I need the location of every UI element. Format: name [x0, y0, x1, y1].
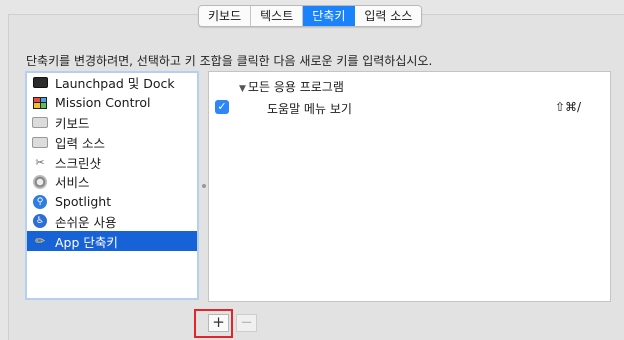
- sidebar-item-label: 서비스: [55, 175, 90, 191]
- sidebar-item-label: Mission Control: [55, 95, 151, 111]
- sidebar-item-accessibility[interactable]: ♿ 손쉬운 사용: [27, 212, 197, 232]
- tab-keyboard[interactable]: 키보드: [199, 6, 252, 26]
- sidebar-item-app-shortcuts[interactable]: ✏ App 단축키: [27, 231, 197, 252]
- sidebar-item-screenshots[interactable]: ✂ 스크린샷: [27, 152, 197, 172]
- sidebar-item-input-sources[interactable]: 입력 소스: [27, 132, 197, 152]
- tab-input-sources[interactable]: 입력 소스: [355, 6, 422, 26]
- split-view-handle[interactable]: [202, 184, 206, 188]
- spotlight-icon: ⚲: [32, 194, 48, 209]
- remove-shortcut-button[interactable]: −: [236, 314, 257, 332]
- launchpad-icon: [32, 75, 48, 90]
- shortcut-row[interactable]: ✓ 도움말 메뉴 보기 ⇧⌘/: [209, 98, 610, 118]
- sidebar-item-mission-control[interactable]: Mission Control: [27, 93, 197, 113]
- sidebar-item-launchpad[interactable]: Launchpad 및 Dock: [27, 73, 197, 93]
- keyboard-icon: [32, 115, 48, 130]
- checkbox[interactable]: ✓: [215, 100, 229, 114]
- sidebar-item-services[interactable]: 서비스: [27, 172, 197, 192]
- mission-control-icon: [32, 95, 48, 110]
- screenshot-icon: ✂: [35, 155, 45, 169]
- keyboard-icon: [32, 135, 48, 150]
- sidebar-item-label: App 단축키: [55, 234, 118, 250]
- gear-icon: [32, 174, 48, 189]
- highlight-box: [194, 309, 233, 338]
- tab-text[interactable]: 텍스트: [251, 6, 304, 26]
- group-all-applications[interactable]: ▼ 모든 응용 프로그램: [239, 78, 344, 95]
- sidebar-item-label: Spotlight: [55, 194, 112, 210]
- segmented-tabs: 키보드 텍스트 단축키 입력 소스: [198, 5, 423, 27]
- shortcuts-list: ▼ 모든 응용 프로그램 ✓ 도움말 메뉴 보기 ⇧⌘/: [208, 71, 611, 302]
- accessibility-icon: ♿: [32, 214, 48, 229]
- sidebar-item-label: 입력 소스: [55, 135, 105, 151]
- sidebar-item-label: 손쉬운 사용: [55, 214, 117, 230]
- shortcut-label: 도움말 메뉴 보기: [267, 102, 352, 116]
- tab-shortcuts[interactable]: 단축키: [303, 6, 356, 26]
- shortcut-keys[interactable]: ⇧⌘/: [555, 100, 581, 114]
- app-shortcuts-icon: ✏: [34, 233, 46, 248]
- instructions-text: 단축키를 변경하려면, 선택하고 키 조합을 클릭한 다음 새로운 키를 입력하…: [26, 54, 433, 68]
- shortcut-category-list: Launchpad 및 Dock Mission Control 키보드 입력 …: [25, 71, 199, 300]
- sidebar-item-label: 스크린샷: [55, 155, 102, 171]
- sidebar-item-label: 키보드: [55, 115, 90, 131]
- sidebar-item-keyboard[interactable]: 키보드: [27, 113, 197, 133]
- sidebar-item-spotlight[interactable]: ⚲ Spotlight: [27, 192, 197, 212]
- group-label: 모든 응용 프로그램: [247, 80, 344, 94]
- sidebar-item-label: Launchpad 및 Dock: [55, 76, 175, 92]
- disclosure-triangle-icon[interactable]: ▼: [239, 84, 246, 94]
